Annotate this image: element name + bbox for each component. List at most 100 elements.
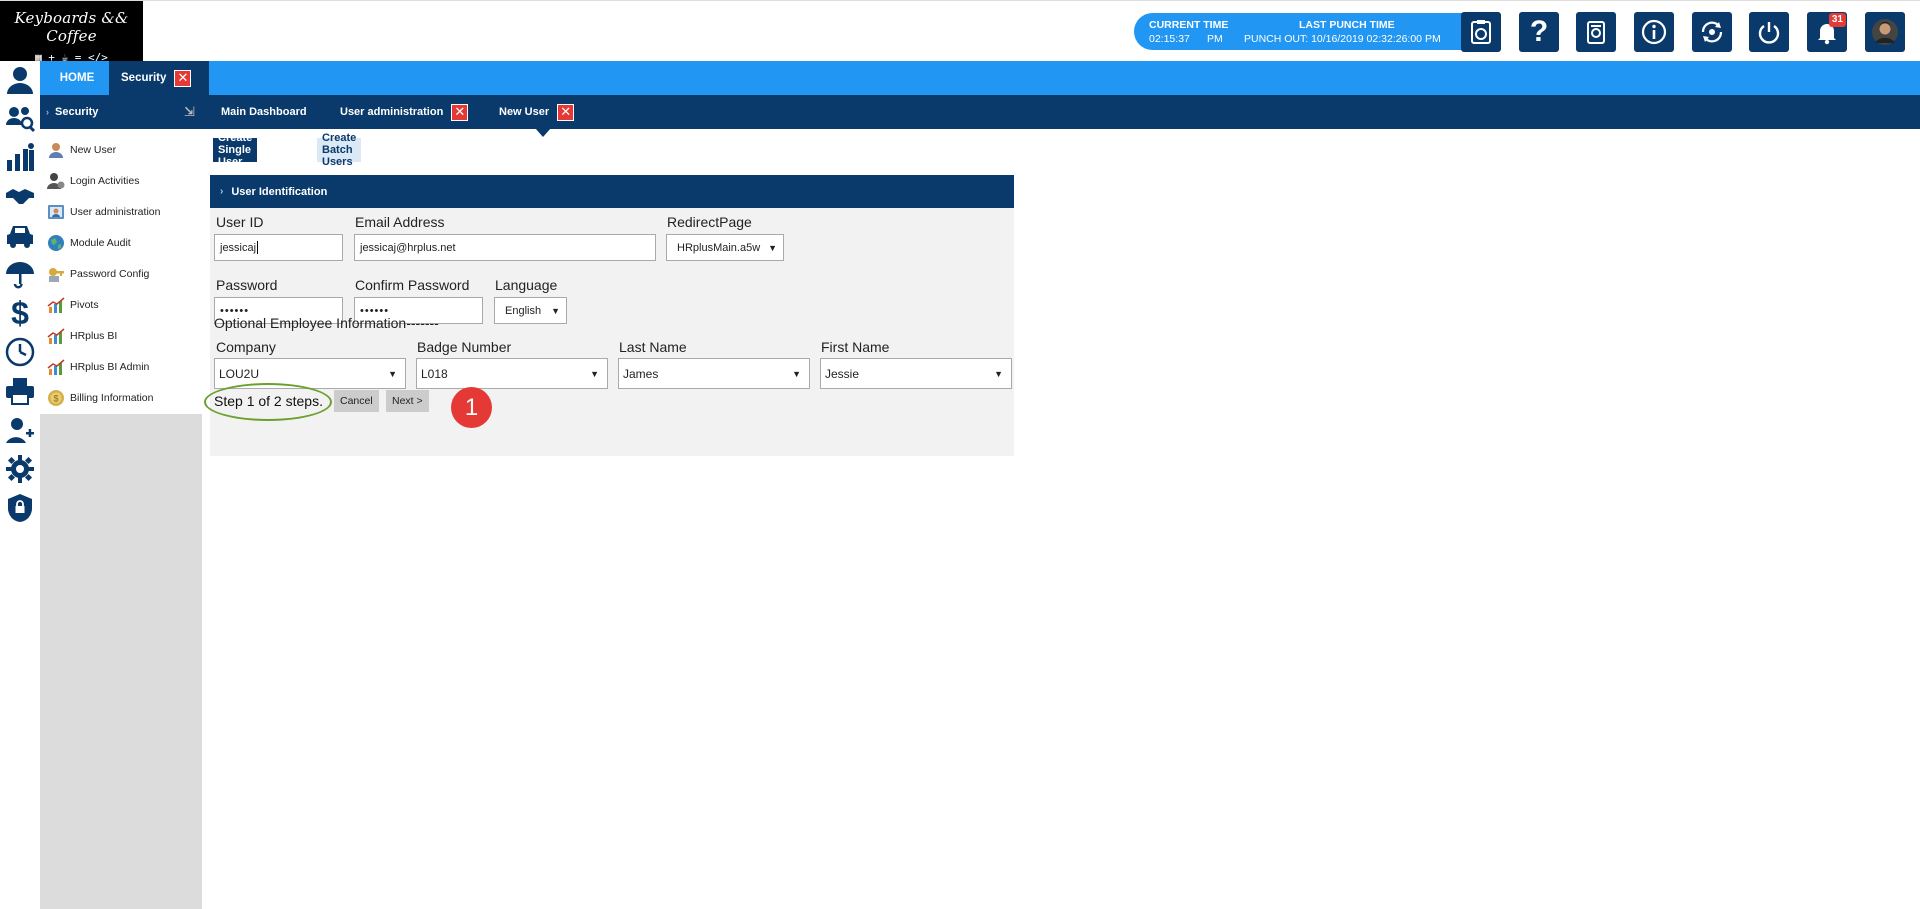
current-time-value: 02:15:37 xyxy=(1149,33,1190,45)
coin-icon: $ xyxy=(47,389,65,407)
panel-header[interactable]: › User Identification xyxy=(210,175,1014,208)
language-select[interactable]: English ▼ xyxy=(494,297,567,324)
rail-employee[interactable] xyxy=(4,64,36,96)
collapse-icon: ⇲ xyxy=(184,104,195,119)
menu-item-billing-information[interactable]: $ Billing Information xyxy=(40,382,202,413)
optional-employee-info-label: Optional Employee Information------- xyxy=(214,315,439,331)
last-punch-value: PUNCH OUT: 10/16/2019 02:32:26:00 PM xyxy=(1244,33,1441,45)
next-button[interactable]: Next > xyxy=(386,390,429,412)
rail-payroll[interactable]: $ xyxy=(4,294,36,331)
rail-security[interactable] xyxy=(4,492,36,524)
first-name-select[interactable]: Jessie ▼ xyxy=(820,358,1012,389)
last-name-select[interactable]: James ▼ xyxy=(618,358,810,389)
current-time-ampm: PM xyxy=(1207,33,1223,45)
subtab-main-dashboard[interactable]: Main Dashboard xyxy=(221,95,307,129)
sidebar-section-title: Security xyxy=(55,106,99,118)
menu-item-label: Password Config xyxy=(70,267,150,280)
first-name-label: First Name xyxy=(821,339,890,355)
menu-item-new-user[interactable]: New User xyxy=(40,134,202,165)
menu-item-hrplus-bi[interactable]: HRplus BI xyxy=(40,320,202,351)
tab-create-batch-users[interactable]: Create Batch Users xyxy=(317,132,362,168)
person-icon xyxy=(7,67,33,94)
close-subtab-user-admin-icon[interactable]: ✕ xyxy=(451,103,469,121)
rail-time[interactable] xyxy=(4,336,36,368)
app-logo[interactable]: Keyboards && Coffee ▦ + ☕ = </> xyxy=(0,1,143,64)
last-name-label: Last Name xyxy=(619,339,687,355)
rail-settings[interactable] xyxy=(4,453,36,485)
user-id-value: jessicaj xyxy=(220,241,257,254)
menu-item-module-audit[interactable]: Module Audit xyxy=(40,227,202,258)
printer-icon xyxy=(6,378,34,405)
subtab-main-dashboard-label: Main Dashboard xyxy=(221,106,307,118)
dollar-icon: $ xyxy=(11,294,29,331)
power-button[interactable] xyxy=(1749,12,1789,52)
bar-chart-people-icon xyxy=(7,143,34,171)
rail-recruiting[interactable] xyxy=(4,414,36,446)
badge-number-label: Badge Number xyxy=(417,339,512,355)
email-address-value: jessicaj@hrplus.net xyxy=(360,241,456,254)
rail-travel[interactable] xyxy=(4,219,36,251)
caret-down-icon: ▼ xyxy=(590,369,599,379)
user-avatar-button[interactable] xyxy=(1865,12,1905,52)
badge-number-select[interactable]: L018 ▼ xyxy=(416,358,608,389)
confirm-password-label: Confirm Password xyxy=(355,277,470,293)
umbrella-icon xyxy=(6,262,34,289)
caret-down-icon: ▼ xyxy=(994,369,1003,379)
menu-item-password-config[interactable]: Password Config xyxy=(40,258,202,289)
top-header: Keyboards && Coffee ▦ + ☕ = </> CURRENT … xyxy=(0,0,1920,64)
close-subtab-new-user-icon[interactable]: ✕ xyxy=(557,103,575,121)
gear-icon xyxy=(6,455,34,483)
notifications-button[interactable]: 31 xyxy=(1807,12,1847,52)
subtab-new-user-label: New User xyxy=(499,106,550,118)
menu-item-label: HRplus BI Admin xyxy=(70,360,150,373)
step-highlight-ring xyxy=(204,383,332,421)
menu-item-pivots[interactable]: Pivots xyxy=(40,289,202,320)
switch-user-button[interactable] xyxy=(1692,12,1732,52)
menu-item-user-administration[interactable]: User administration xyxy=(40,196,202,227)
last-name-value: James xyxy=(623,366,659,381)
user-id-input[interactable]: jessicaj xyxy=(214,234,343,261)
cancel-button[interactable]: Cancel xyxy=(334,390,379,412)
timesheet-button[interactable] xyxy=(1461,12,1501,52)
menu-item-label: HRplus BI xyxy=(70,329,118,342)
tab-create-single-user[interactable]: Create Single User xyxy=(213,132,258,168)
caret-down-icon: ▼ xyxy=(792,369,801,379)
next-button-label: Next > xyxy=(392,395,423,407)
rail-reports[interactable] xyxy=(4,375,36,407)
clock-icon xyxy=(5,337,35,367)
timesheet-icon xyxy=(1471,20,1491,44)
rail-analytics[interactable] xyxy=(4,141,36,173)
menu-item-login-activities[interactable]: Login Activities xyxy=(40,165,202,196)
rail-benefits[interactable] xyxy=(4,258,36,290)
menu-item-label: Pivots xyxy=(70,298,99,311)
subtab-new-user[interactable]: New User ✕ xyxy=(499,95,575,129)
caret-down-icon: ▼ xyxy=(551,306,560,316)
close-tab-security-icon[interactable]: ✕ xyxy=(174,69,192,87)
tab-security[interactable]: Security ✕ xyxy=(109,61,209,95)
redirect-page-value: HRplusMain.a5w xyxy=(677,241,761,254)
first-name-value: Jessie xyxy=(825,366,860,381)
current-time-label: CURRENT TIME xyxy=(1149,19,1229,31)
power-icon xyxy=(1758,22,1780,44)
user-identification-panel: › User Identification User ID jessicaj E… xyxy=(204,175,1014,456)
help-icon: ? xyxy=(1529,15,1549,48)
info-button[interactable] xyxy=(1634,12,1674,52)
add-person-icon xyxy=(6,418,34,443)
switch-icon xyxy=(1701,21,1723,43)
menu-item-label: Login Activities xyxy=(70,174,140,187)
rail-onboarding[interactable] xyxy=(4,180,36,212)
collapse-sidebar-button[interactable]: ⇲ xyxy=(184,95,195,129)
email-address-input[interactable]: jessicaj@hrplus.net xyxy=(354,234,656,261)
sidebar-section-header[interactable]: › Security xyxy=(46,95,98,129)
redirect-page-select[interactable]: HRplusMain.a5w ▼ xyxy=(666,234,784,261)
menu-item-hrplus-bi-admin[interactable]: HRplus BI Admin xyxy=(40,351,202,382)
settings-doc-button[interactable] xyxy=(1576,12,1616,52)
subtab-user-administration[interactable]: User administration ✕ xyxy=(340,95,469,129)
help-button[interactable]: ? xyxy=(1519,12,1559,52)
password-label: Password xyxy=(216,277,278,293)
rail-people-search[interactable] xyxy=(4,102,36,134)
tab-home[interactable]: HOME xyxy=(45,61,109,95)
settings-doc-icon xyxy=(1587,21,1605,44)
chevron-right-icon: › xyxy=(220,186,224,197)
tab-create-batch-users-label: Create Batch Users xyxy=(322,132,357,168)
